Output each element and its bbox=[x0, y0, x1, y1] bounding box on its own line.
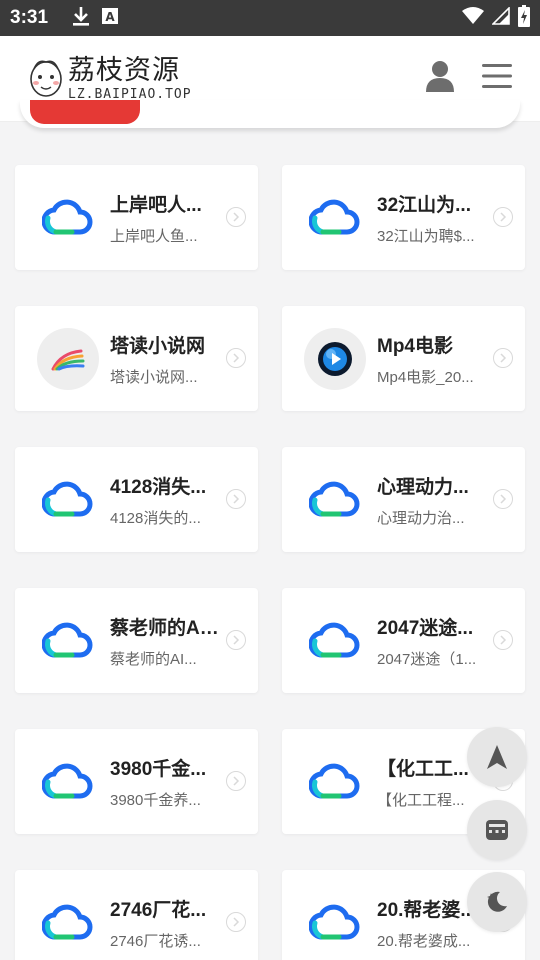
wifi-icon bbox=[462, 6, 484, 30]
card-desc: 心理动力治... bbox=[377, 509, 465, 527]
card-desc: 【化工工程... bbox=[377, 791, 465, 809]
cloud-icon bbox=[37, 892, 99, 954]
card-title: 心理动力... bbox=[377, 476, 469, 498]
card-title: 4128消失... bbox=[110, 476, 207, 498]
card-title: 32江山为... bbox=[377, 194, 471, 216]
resource-card[interactable]: 32江山为... 32江山为聘$... bbox=[282, 165, 525, 270]
chevron-right-icon bbox=[226, 912, 246, 932]
chevron-right-icon bbox=[226, 489, 246, 509]
card-desc: 4128消失的... bbox=[110, 509, 201, 527]
resource-card[interactable]: 心理动力... 心理动力治... bbox=[282, 447, 525, 552]
cloud-icon bbox=[37, 751, 99, 813]
cloud-icon bbox=[304, 610, 366, 672]
card-desc: 20.帮老婆成... bbox=[377, 932, 471, 950]
resource-card[interactable]: 蔡老师的AI... 蔡老师的AI... bbox=[15, 588, 258, 693]
chevron-right-icon bbox=[226, 348, 246, 368]
signal-icon bbox=[491, 5, 510, 30]
cloud-icon bbox=[37, 187, 99, 249]
a-badge-icon: A bbox=[102, 7, 119, 29]
cloud-icon bbox=[304, 187, 366, 249]
card-desc: 32江山为聘$... bbox=[377, 227, 475, 245]
card-desc: 2746厂花诱... bbox=[110, 932, 201, 950]
resource-card[interactable]: 4128消失... 4128消失的... bbox=[15, 447, 258, 552]
resource-grid: 上岸吧人... 上岸吧人鱼... 32江山为... 32江山为聘$... 塔读小… bbox=[15, 165, 525, 960]
status-time: 3:31 bbox=[10, 7, 49, 28]
card-desc: 上岸吧人鱼... bbox=[110, 227, 198, 245]
user-icon[interactable] bbox=[426, 60, 454, 97]
banner-remnant[interactable] bbox=[20, 100, 520, 128]
chevron-right-icon bbox=[226, 630, 246, 650]
resource-card[interactable]: 3980千金... 3980千金养... bbox=[15, 729, 258, 834]
card-desc: 3980千金养... bbox=[110, 791, 201, 809]
card-title: Mp4电影 bbox=[377, 335, 454, 357]
chevron-right-icon bbox=[226, 771, 246, 791]
cloud-icon bbox=[304, 751, 366, 813]
logo-title: 荔枝资源 bbox=[68, 54, 180, 86]
card-title: 2047迷途... bbox=[377, 617, 474, 639]
card-desc: 蔡老师的AI... bbox=[110, 650, 197, 668]
scroll-top-button[interactable] bbox=[467, 727, 527, 787]
calculator-icon bbox=[486, 820, 508, 840]
card-desc: Mp4电影_20... bbox=[377, 368, 474, 386]
feather-logo-icon bbox=[37, 327, 99, 390]
battery-icon bbox=[518, 4, 530, 32]
cloud-icon bbox=[304, 469, 366, 531]
resource-card[interactable]: Mp4电影 Mp4电影_20... bbox=[282, 306, 525, 411]
card-title: 塔读小说网 bbox=[110, 335, 206, 357]
chevron-right-icon bbox=[493, 207, 513, 227]
card-desc: 塔读小说网... bbox=[110, 368, 198, 386]
cloud-icon bbox=[37, 469, 99, 531]
menu-icon[interactable] bbox=[482, 63, 512, 94]
night-mode-button[interactable] bbox=[467, 872, 527, 932]
play-orb-icon bbox=[304, 327, 366, 390]
card-title: 2746厂花... bbox=[110, 899, 207, 921]
calculator-button[interactable] bbox=[467, 800, 527, 860]
svg-text:A: A bbox=[105, 10, 115, 24]
banner-red-tab bbox=[30, 100, 140, 124]
download-icon bbox=[72, 6, 90, 31]
resource-card[interactable]: 塔读小说网 塔读小说网... bbox=[15, 306, 258, 411]
resource-card[interactable]: 2047迷途... 2047迷途（1... bbox=[282, 588, 525, 693]
card-desc: 2047迷途（1... bbox=[377, 650, 477, 668]
site-logo[interactable]: 荔枝资源 LZ.BAIPIAO.TOP bbox=[28, 57, 192, 101]
chevron-right-icon bbox=[493, 348, 513, 368]
chevron-right-icon bbox=[493, 489, 513, 509]
card-title: 3980千金... bbox=[110, 758, 207, 780]
night-mode-icon bbox=[487, 891, 507, 912]
resource-card[interactable]: 2746厂花... 2746厂花诱... bbox=[15, 870, 258, 960]
logo-subtitle: LZ.BAIPIAO.TOP bbox=[68, 86, 192, 102]
resource-card[interactable]: 上岸吧人... 上岸吧人鱼... bbox=[15, 165, 258, 270]
chevron-right-icon bbox=[493, 630, 513, 650]
cloud-icon bbox=[304, 892, 366, 954]
card-title: 蔡老师的AI... bbox=[110, 617, 220, 639]
cloud-icon bbox=[37, 610, 99, 672]
logo-mascot-icon bbox=[30, 60, 62, 97]
navigate-up-icon bbox=[487, 745, 507, 769]
status-bar: 3:31 A bbox=[0, 0, 540, 36]
card-title: 上岸吧人... bbox=[110, 194, 202, 216]
chevron-right-icon bbox=[226, 207, 246, 227]
